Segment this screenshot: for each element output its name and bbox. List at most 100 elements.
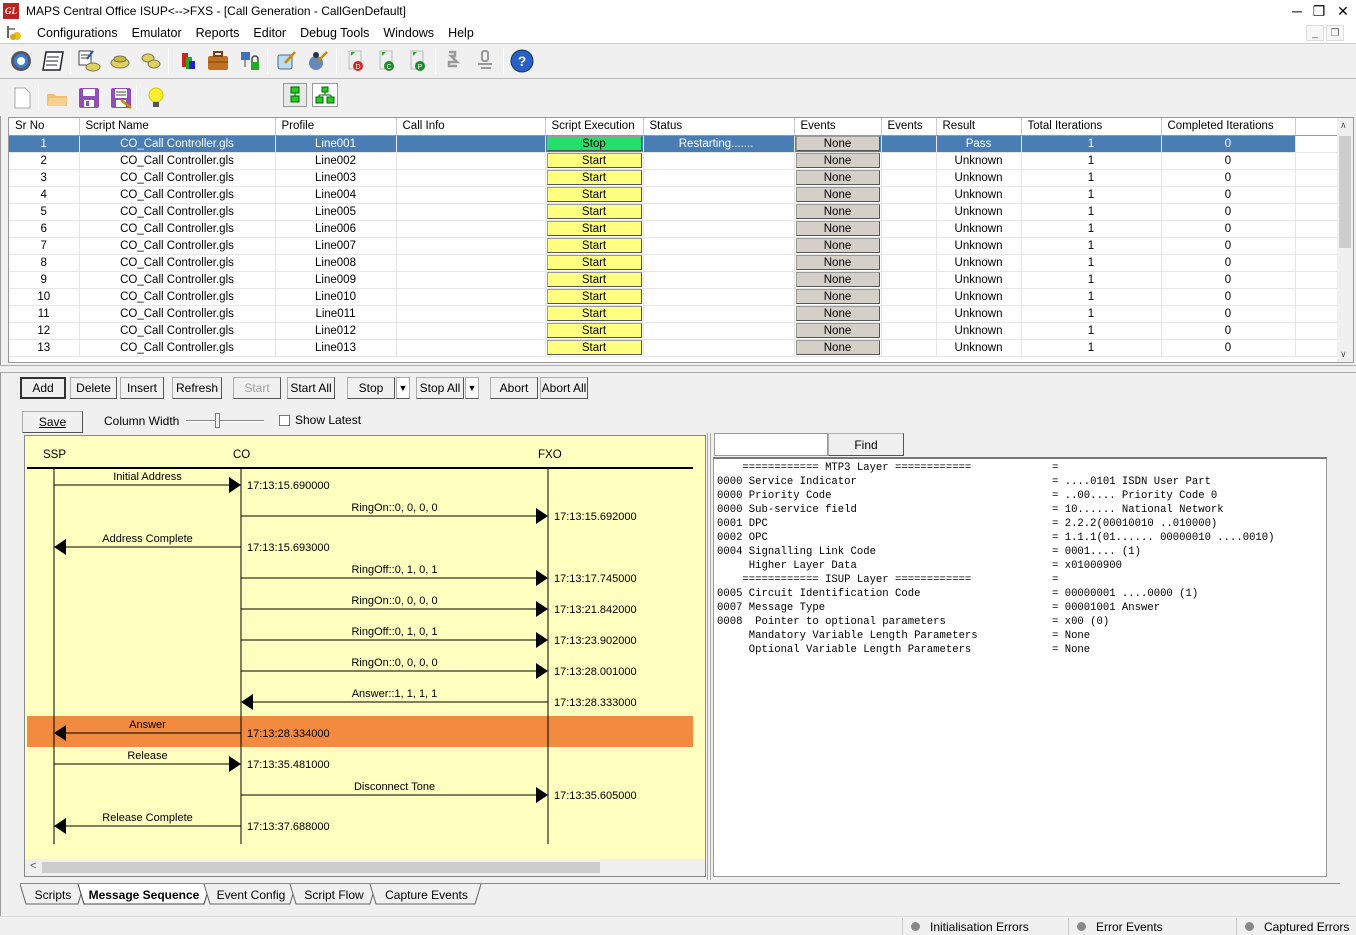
- script-execution-button[interactable]: Start: [546, 170, 642, 185]
- decode-line[interactable]: 0002 OPC = 1.1.1(01...... 00000010 ....00…: [717, 532, 1326, 546]
- col-header-total-iterations[interactable]: Total Iterations: [1021, 118, 1162, 136]
- scroll-down-icon[interactable]: ∨: [1340, 349, 1347, 360]
- save-sequence-button[interactable]: Save: [22, 411, 83, 433]
- script-execution-button[interactable]: Start: [546, 255, 642, 270]
- message-arrow[interactable]: Release Complete 17:13:37.688000: [54, 812, 330, 834]
- edit-check-icon[interactable]: [274, 48, 300, 74]
- grid-scroll-thumb[interactable]: [1339, 136, 1351, 248]
- message-arrow[interactable]: RingOn::0, 0, 0, 017:13:15.692000: [241, 502, 637, 524]
- start-all-button[interactable]: Start All: [287, 377, 335, 399]
- script-execution-button[interactable]: Start: [546, 238, 642, 253]
- events-button[interactable]: None: [795, 255, 880, 270]
- events-button[interactable]: None: [795, 153, 880, 168]
- table-row[interactable]: 10 CO_Call Controller.gls Line010 Start None…: [9, 288, 1339, 306]
- close-button[interactable]: ✕: [1330, 0, 1356, 22]
- table-row[interactable]: 12 CO_Call Controller.gls Line012 Start None…: [9, 322, 1339, 340]
- add-button[interactable]: Add: [20, 377, 66, 399]
- phones-icon[interactable]: [138, 48, 164, 74]
- abort-button[interactable]: Abort: [490, 377, 538, 399]
- decode-line[interactable]: 0000 Service Indicator = ....0101 ISDN Us…: [717, 476, 1326, 490]
- script-execution-button[interactable]: Start: [546, 340, 642, 355]
- events-button[interactable]: None: [795, 238, 880, 253]
- col-header-sr-no[interactable]: Sr No: [9, 118, 80, 136]
- menu-debug-tools[interactable]: Debug Tools: [293, 26, 376, 40]
- script-execution-button[interactable]: Start: [546, 323, 642, 338]
- decode-line[interactable]: 0005 Circuit Identification Code = 000000…: [717, 588, 1326, 602]
- events-button[interactable]: None: [795, 204, 880, 219]
- script-execution-button[interactable]: Start: [546, 272, 642, 287]
- tab-event-config[interactable]: Event Config: [210, 884, 292, 905]
- menu-editor[interactable]: Editor: [246, 26, 293, 40]
- decode-line[interactable]: 0007 Message Type = 00001001 Answer: [717, 602, 1326, 616]
- phone-icon[interactable]: [107, 48, 133, 74]
- wizard-icon[interactable]: [305, 48, 331, 74]
- message-arrow[interactable]: Release 17:13:35.481000: [54, 750, 330, 772]
- table-row[interactable]: 1 CO_Call Controller.gls Line001 Stop Restar…: [9, 135, 1339, 153]
- decode-line[interactable]: 0000 Priority Code = ..00.... Priority Co…: [717, 490, 1326, 504]
- save-as-icon[interactable]: [108, 85, 134, 111]
- status-initialisation-errors[interactable]: Initialisation Errors: [902, 918, 1068, 935]
- horizontal-splitter[interactable]: [0, 365, 1356, 373]
- col-header-call-info[interactable]: Call Info: [396, 118, 546, 136]
- scroll-left-icon[interactable]: <: [30, 860, 36, 872]
- single-view-icon[interactable]: [283, 83, 307, 107]
- decode-line[interactable]: ============ MTP3 Layer ============ =: [717, 462, 1326, 476]
- events-button[interactable]: None: [795, 170, 880, 185]
- decode-line[interactable]: 0000 Sub-service field = 10...... Nationa…: [717, 504, 1326, 518]
- decode-line[interactable]: ============ ISUP Layer ============ =: [717, 574, 1326, 588]
- stop-all-dropdown-icon[interactable]: ▼: [465, 377, 479, 399]
- stop-dropdown-icon[interactable]: ▼: [396, 377, 410, 399]
- tab-capture-events[interactable]: Capture Events: [376, 884, 477, 905]
- scroll-up-icon[interactable]: ∧: [1340, 120, 1347, 131]
- start-button[interactable]: Start: [233, 377, 281, 399]
- stop-all-button[interactable]: Stop All: [416, 377, 464, 399]
- table-row[interactable]: 9 CO_Call Controller.gls Line009 Start None U…: [9, 271, 1339, 289]
- table-row[interactable]: 8 CO_Call Controller.gls Line008 Start None U…: [9, 254, 1339, 272]
- message-arrow[interactable]: RingOn::0, 0, 0, 017:13:28.001000: [241, 657, 637, 679]
- events-button[interactable]: None: [795, 136, 880, 151]
- decode-line[interactable]: Higher Layer Data = x01000900: [717, 560, 1326, 574]
- table-row[interactable]: 2 CO_Call Controller.gls Line002 Start None U…: [9, 152, 1339, 170]
- vertical-splitter[interactable]: [707, 433, 711, 880]
- delete-button[interactable]: Delete: [70, 377, 117, 399]
- lightbulb-icon[interactable]: [143, 85, 169, 111]
- menu-windows[interactable]: Windows: [376, 26, 441, 40]
- table-row[interactable]: 5 CO_Call Controller.gls Line005 Start None U…: [9, 203, 1339, 221]
- open-folder-icon[interactable]: [44, 85, 70, 111]
- connect-icon[interactable]: [440, 48, 466, 74]
- disconnect-icon[interactable]: [472, 48, 498, 74]
- script-execution-button[interactable]: Stop: [546, 136, 642, 151]
- sequence-horizontal-scrollbar[interactable]: <: [25, 859, 705, 876]
- decode-line[interactable]: 0008 Pointer to optional parameters = x00…: [717, 616, 1326, 630]
- col-header-profile[interactable]: Profile: [275, 118, 397, 136]
- message-arrow[interactable]: Disconnect Tone 17:13:35.605000: [241, 781, 637, 803]
- tab-scripts[interactable]: Scripts: [28, 884, 78, 905]
- show-latest-checkbox[interactable]: [279, 415, 290, 426]
- tab-message-sequence[interactable]: Message Sequence: [82, 884, 206, 905]
- decode-line[interactable]: 0001 DPC = 2.2.2(00010010 ..010000): [717, 518, 1326, 532]
- events-button[interactable]: None: [795, 187, 880, 202]
- col-header-result[interactable]: Result: [936, 118, 1022, 136]
- find-input[interactable]: [714, 433, 828, 456]
- script-execution-button[interactable]: Start: [546, 306, 642, 321]
- abort-all-button[interactable]: Abort All: [540, 377, 588, 399]
- script-execution-button[interactable]: Start: [546, 204, 642, 219]
- col-header-events-2[interactable]: Events: [881, 118, 937, 136]
- sequence-scroll-thumb[interactable]: [42, 862, 600, 873]
- help-icon[interactable]: ?: [509, 48, 535, 74]
- message-arrow[interactable]: Address Complete 17:13:15.693000: [54, 533, 330, 555]
- script-execution-button[interactable]: Start: [546, 153, 642, 168]
- message-arrow[interactable]: RingOn::0, 0, 0, 017:13:21.842000: [241, 595, 637, 617]
- col-header-script-execution[interactable]: Script Execution: [545, 118, 644, 136]
- table-row[interactable]: 4 CO_Call Controller.gls Line004 Start None U…: [9, 186, 1339, 204]
- script-execution-button[interactable]: Start: [546, 221, 642, 236]
- events-button[interactable]: None: [795, 340, 880, 355]
- menu-reports[interactable]: Reports: [189, 26, 247, 40]
- decode-line[interactable]: 0004 Signalling Link Code = 0001.... (1): [717, 546, 1326, 560]
- insert-button[interactable]: Insert: [120, 377, 164, 399]
- decode-line[interactable]: Optional Variable Length Parameters = Non…: [717, 644, 1326, 658]
- app-menu-icon[interactable]: [6, 25, 24, 41]
- grid-vertical-scrollbar[interactable]: ∧ ∨: [1337, 118, 1353, 362]
- script-execution-button[interactable]: Start: [546, 289, 642, 304]
- refresh-button[interactable]: Refresh: [172, 377, 222, 399]
